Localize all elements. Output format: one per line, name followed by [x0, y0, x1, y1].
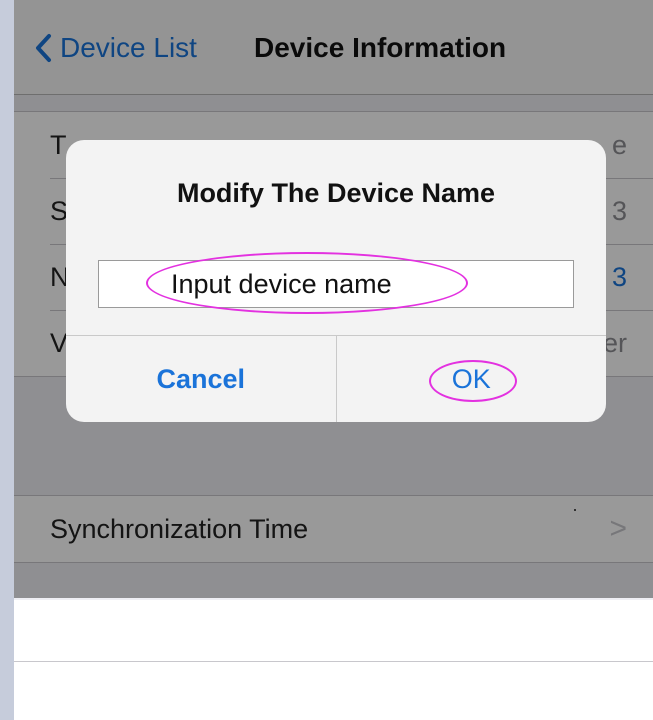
screen-speck	[574, 509, 576, 511]
dialog-title: Modify The Device Name	[176, 178, 496, 208]
modify-device-name-dialog: Modify The Device Name Cancel OK	[66, 140, 606, 422]
ok-button[interactable]: OK	[337, 336, 607, 422]
device-name-input[interactable]	[98, 260, 574, 308]
ok-button-label: OK	[451, 364, 491, 394]
device-information-screen: Device List Device Information T e S 3 N…	[14, 0, 653, 720]
dialog-actions: Cancel OK	[66, 335, 606, 422]
divider	[14, 661, 653, 662]
cancel-button[interactable]: Cancel	[66, 336, 337, 422]
left-edge-strip	[0, 0, 14, 720]
